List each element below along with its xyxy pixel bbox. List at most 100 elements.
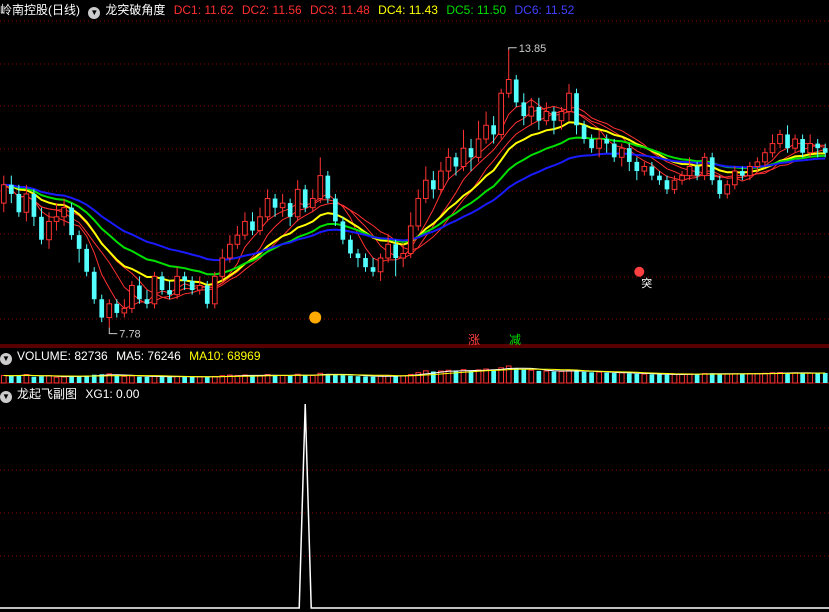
volume-bar-up: [618, 372, 625, 384]
candle-body-up: [151, 275, 158, 305]
candle-body-down: [287, 203, 293, 217]
volume-bar-up: [129, 375, 135, 384]
volume-bar-down: [513, 368, 519, 383]
candle-body-down: [250, 221, 255, 231]
candle-body-up: [445, 156, 452, 172]
volume-bar-up: [754, 373, 761, 384]
candle-body-up: [61, 207, 67, 218]
volume-bar-down: [159, 376, 165, 383]
candle-body-down: [204, 285, 210, 304]
candle-body-down: [272, 198, 278, 208]
volume-bar-down: [521, 369, 527, 383]
volume-bar-down: [581, 371, 587, 383]
volume-bar-down: [717, 373, 723, 383]
volume-bar-up: [211, 375, 218, 384]
volume-bar-down: [69, 376, 74, 383]
candle-body-down: [8, 184, 14, 194]
candle-body-down: [340, 221, 346, 240]
candle-body-up: [211, 275, 218, 305]
candlesticks: [0, 49, 828, 328]
candle-body-up: [701, 156, 708, 177]
volume-bar-down: [634, 373, 640, 383]
candle-body-up: [0, 184, 7, 204]
candle-body-up: [106, 303, 113, 319]
candle-body-up: [219, 257, 226, 277]
sub-indicator: [0, 403, 829, 609]
candle-body-up: [747, 165, 753, 177]
candle-body-up: [498, 92, 505, 135]
chart-canvas[interactable]: 13.85 7.78 突涨 减: [0, 0, 829, 612]
candle-body-up: [400, 252, 407, 259]
candle-body-down: [657, 175, 662, 181]
candle-body-down: [536, 106, 542, 121]
volume-bar-up: [596, 371, 602, 384]
candle-body-down: [513, 79, 519, 103]
volume-bar-up: [747, 373, 753, 384]
candle-body-down: [574, 93, 579, 126]
candle-body-down: [717, 180, 723, 194]
volume-bar-up: [792, 372, 798, 384]
volume-bar-down: [189, 376, 195, 383]
candle-body-up: [407, 225, 414, 254]
volume-bar-down: [348, 375, 353, 383]
candle-body-up: [294, 188, 301, 218]
volume-bar-up: [762, 372, 768, 384]
volume-bar-up: [528, 369, 535, 384]
volume-bar-down: [611, 373, 617, 383]
volume-bar-down: [272, 375, 278, 383]
volume-bar-down: [491, 369, 496, 383]
volume-bar-down: [800, 373, 805, 383]
volume-bar-down: [39, 376, 44, 383]
candle-body-down: [664, 180, 670, 190]
candle-body-down: [91, 271, 97, 300]
volume-bar-up: [724, 373, 731, 384]
volume-bar-down: [340, 375, 346, 383]
candle-body-up: [279, 202, 286, 209]
volume-bar-down: [137, 376, 142, 383]
candle-body-up: [475, 138, 482, 158]
volume-bar-down: [657, 374, 662, 383]
volume-bar-down: [76, 375, 82, 383]
candle-body-up: [505, 79, 512, 94]
candle-body-up: [53, 216, 60, 222]
candle-body-up: [23, 193, 30, 213]
candle-body-down: [634, 161, 640, 172]
breakout-icon: [634, 266, 645, 277]
volume-bar-up: [151, 375, 158, 384]
volume-bar-down: [815, 373, 821, 383]
candle-body-down: [626, 148, 632, 162]
volume-bar-up: [422, 370, 429, 384]
candle-body-up: [792, 138, 798, 149]
candle-body-down: [167, 290, 172, 295]
volume-bar-up: [686, 373, 693, 384]
volume-bar-down: [739, 373, 745, 383]
candle-body-down: [348, 239, 353, 254]
volume-bar-down: [694, 374, 700, 383]
volume-bar-down: [393, 375, 398, 383]
low-label: 7.78: [119, 329, 140, 341]
candle-body-up: [174, 275, 180, 296]
volume-bar-up: [566, 369, 572, 384]
candle-body-up: [242, 220, 248, 236]
volume-bar-down: [589, 372, 594, 383]
candle-body-up: [528, 106, 535, 117]
volume-bar-down: [604, 372, 610, 383]
candle-body-down: [189, 280, 195, 291]
volume-bar-down: [250, 375, 255, 383]
volume-bar-down: [302, 374, 308, 383]
candle-body-up: [309, 198, 316, 209]
candle-body-up: [679, 175, 685, 181]
candle-body-up: [317, 175, 324, 200]
candle-body-down: [76, 235, 82, 249]
volume-bar-down: [649, 374, 655, 383]
candle-body-up: [377, 257, 384, 273]
volume-bar-up: [279, 374, 286, 384]
volume-bar-up: [558, 370, 565, 384]
volume-bar-down: [709, 373, 715, 383]
volume-bar-up: [731, 373, 738, 384]
candle-body-up: [566, 92, 572, 113]
volume-bar-down: [144, 376, 150, 383]
volume-bar-up: [769, 372, 776, 384]
candle-body-up: [731, 170, 738, 186]
volume-bar-down: [822, 372, 828, 383]
